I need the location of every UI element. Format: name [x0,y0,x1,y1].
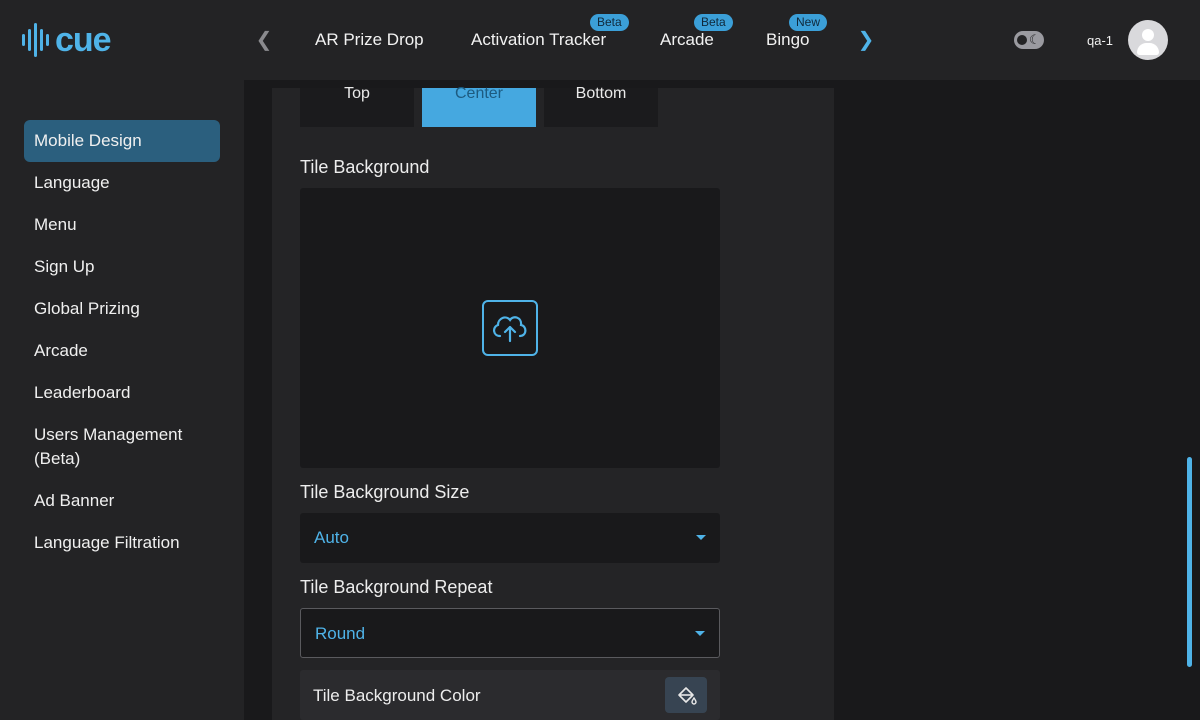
paint-bucket-icon[interactable] [665,677,707,713]
tile-background-size-label: Tile Background Size [300,482,470,502]
sidebar-item-leaderboard[interactable]: Leaderboard [24,381,220,405]
user-name[interactable]: qa-1 [1087,33,1113,48]
tile-background-label: Tile Background [300,157,430,177]
top-header: cue ❮ AR Prize Drop Activation Tracker B… [0,0,1200,80]
tile-background-size-value: Auto [314,528,349,547]
position-center-label: Center [454,85,504,102]
user-icon-head [1142,29,1154,41]
tile-background-color-row: Tile Background Color [300,670,720,720]
toggle-knob [1017,35,1027,45]
sidebar-item-global-prizing[interactable]: Global Prizing [24,297,220,321]
cue-logo[interactable]: cue [22,21,112,59]
tile-background-repeat-select[interactable]: Round [300,608,720,658]
sidebar-item-mobile-design[interactable]: Mobile Design [24,120,220,162]
user-icon-body [1137,43,1159,55]
tile-background-dropzone[interactable] [300,188,720,468]
position-top-button[interactable]: Top [300,85,414,127]
chevron-right-icon[interactable]: ❯ [854,28,878,52]
sidebar-item-sign-up[interactable]: Sign Up [24,255,220,279]
sidebar-item-ad-banner[interactable]: Ad Banner [24,489,220,513]
logo-text: cue [55,21,112,59]
sidebar-item-language[interactable]: Language [24,171,220,195]
beta-badge: Beta [590,14,629,31]
chevron-left-icon[interactable]: ❮ [252,28,276,52]
caret-down-icon [695,631,705,636]
sidebar-item-language-filtration[interactable]: Language Filtration [24,531,220,555]
scrollbar-thumb[interactable] [1187,457,1192,667]
sidebar-item-menu[interactable]: Menu [24,213,220,237]
cloud-upload-icon[interactable] [482,300,538,356]
tab-bingo[interactable]: Bingo [766,30,809,50]
caret-down-icon [696,535,706,540]
tab-activation-tracker[interactable]: Activation Tracker [471,30,606,50]
tab-ar-prize-drop[interactable]: AR Prize Drop [315,30,424,50]
tile-background-repeat-value: Round [315,624,366,643]
moon-icon: ☾ [1029,32,1041,47]
tile-background-color-label: Tile Background Color [313,686,481,705]
position-top-label: Top [344,85,370,102]
beta-badge: Beta [694,14,733,31]
user-avatar[interactable] [1128,20,1168,60]
tile-background-repeat-label: Tile Background Repeat [300,577,493,597]
new-badge: New [789,14,828,31]
soundwave-logo-icon [22,22,49,58]
sidebar-item-arcade[interactable]: Arcade [24,339,220,363]
sidebar-item-users-management[interactable]: Users Management (Beta) [24,423,214,471]
position-center-button[interactable]: Center [422,85,536,127]
theme-toggle[interactable]: ☾ [1014,31,1044,49]
position-bottom-button[interactable]: Bottom [544,85,658,127]
tile-background-size-select[interactable]: Auto [300,513,720,563]
tab-arcade[interactable]: Arcade [660,30,714,50]
position-bottom-label: Bottom [575,85,627,102]
